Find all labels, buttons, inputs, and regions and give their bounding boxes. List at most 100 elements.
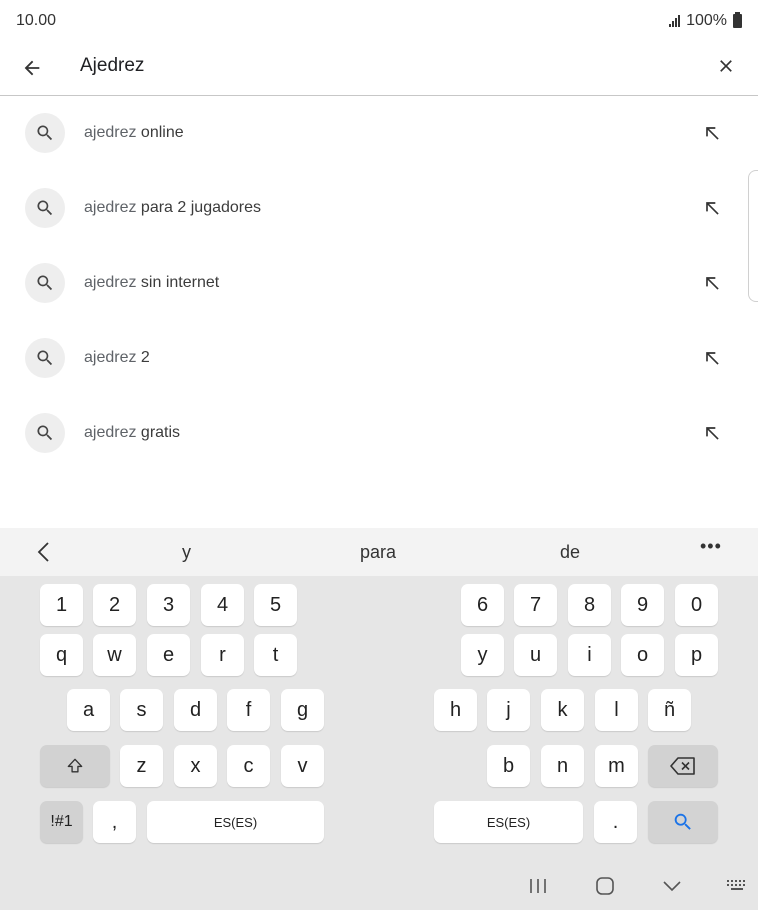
key[interactable]: k	[541, 689, 584, 731]
key[interactable]: u	[514, 634, 557, 676]
suggestion-item[interactable]: ajedrez online	[0, 96, 758, 171]
key[interactable]: 8	[568, 584, 611, 626]
search-icon	[37, 275, 53, 291]
key[interactable]: g	[281, 689, 324, 731]
period-key[interactable]: .	[594, 801, 637, 843]
key[interactable]: w	[93, 634, 136, 676]
key[interactable]: y	[461, 634, 504, 676]
back-button[interactable]	[16, 52, 48, 84]
key[interactable]: 4	[201, 584, 244, 626]
key[interactable]: a	[67, 689, 110, 731]
battery-icon	[733, 12, 742, 28]
suggestion-text: ajedrez sin internet	[84, 274, 220, 291]
prediction-bar: y para de •••	[0, 528, 758, 576]
search-icon	[37, 125, 53, 141]
arrow-up-left-icon	[706, 277, 719, 290]
suggestion-item[interactable]: ajedrez 2	[0, 321, 758, 396]
fill-query-button[interactable]	[700, 271, 724, 295]
key[interactable]: 5	[254, 584, 297, 626]
more-options-button[interactable]: •••	[700, 536, 722, 557]
key[interactable]: 2	[93, 584, 136, 626]
key[interactable]: h	[434, 689, 477, 731]
key[interactable]: p	[675, 634, 718, 676]
space-key-right[interactable]: ES(ES)	[434, 801, 583, 843]
keyboard-icon	[727, 880, 745, 890]
key[interactable]: 1	[40, 584, 83, 626]
key[interactable]: b	[487, 745, 530, 787]
fill-query-button[interactable]	[700, 121, 724, 145]
suggestion-list: ajedrez online ajedrez para 2 jugadores …	[0, 96, 758, 471]
fill-query-button[interactable]	[700, 196, 724, 220]
arrow-up-left-icon	[706, 427, 719, 440]
recents-icon	[530, 879, 546, 893]
key[interactable]: z	[120, 745, 163, 787]
fill-query-button[interactable]	[700, 346, 724, 370]
prediction-collapse-button[interactable]	[30, 538, 58, 566]
search-header	[0, 40, 758, 96]
key[interactable]: q	[40, 634, 83, 676]
shift-key[interactable]	[40, 745, 110, 787]
home-icon	[596, 877, 614, 895]
key[interactable]: i	[568, 634, 611, 676]
suggestion-item[interactable]: ajedrez para 2 jugadores	[0, 171, 758, 246]
key[interactable]: j	[487, 689, 530, 731]
keyboard-switch-button[interactable]	[721, 872, 753, 900]
suggestion-text: ajedrez gratis	[84, 424, 181, 441]
shift-icon	[67, 758, 83, 773]
key[interactable]: c	[227, 745, 270, 787]
key[interactable]: f	[227, 689, 270, 731]
key[interactable]: d	[174, 689, 217, 731]
hide-keyboard-button[interactable]	[656, 872, 688, 900]
key[interactable]: t	[254, 634, 297, 676]
recents-button[interactable]	[522, 872, 554, 900]
search-input[interactable]	[80, 52, 680, 80]
arrow-up-left-icon	[706, 352, 719, 365]
key[interactable]: s	[120, 689, 163, 731]
suggestion-item[interactable]: ajedrez sin internet	[0, 246, 758, 321]
comma-key[interactable]: ,	[93, 801, 136, 843]
key[interactable]: x	[174, 745, 217, 787]
prediction-word[interactable]: y	[182, 542, 191, 563]
key[interactable]: 6	[461, 584, 504, 626]
search-icon-badge	[25, 263, 65, 303]
battery-percent: 100%	[686, 12, 727, 29]
chevron-down-icon	[663, 881, 681, 892]
suggestion-item[interactable]: ajedrez gratis	[0, 396, 758, 471]
key[interactable]: 7	[514, 584, 557, 626]
key[interactable]: n	[541, 745, 584, 787]
symbols-key[interactable]: !#1	[40, 801, 83, 843]
backspace-key[interactable]	[648, 745, 718, 787]
key[interactable]: 9	[621, 584, 664, 626]
key[interactable]: m	[595, 745, 638, 787]
key[interactable]: 0	[675, 584, 718, 626]
search-icon-badge	[25, 338, 65, 378]
key[interactable]: ñ	[648, 689, 691, 731]
key[interactable]: l	[595, 689, 638, 731]
search-icon	[674, 813, 691, 830]
suggestion-text: ajedrez para 2 jugadores	[84, 199, 262, 216]
prediction-word[interactable]: para	[360, 542, 396, 563]
key[interactable]: v	[281, 745, 324, 787]
search-icon-badge	[25, 113, 65, 153]
prediction-word[interactable]: de	[560, 542, 580, 563]
fill-query-button[interactable]	[700, 421, 724, 445]
key[interactable]: r	[201, 634, 244, 676]
key[interactable]: o	[621, 634, 664, 676]
search-icon	[37, 350, 53, 366]
search-icon-badge	[25, 413, 65, 453]
key[interactable]: e	[147, 634, 190, 676]
arrow-up-left-icon	[706, 202, 719, 215]
space-key-left[interactable]: ES(ES)	[147, 801, 324, 843]
home-button[interactable]	[589, 872, 621, 900]
key[interactable]: 3	[147, 584, 190, 626]
search-key[interactable]	[648, 801, 718, 843]
status-indicators: 100%	[669, 12, 742, 30]
backspace-icon	[670, 757, 695, 775]
clear-button[interactable]	[710, 50, 742, 82]
search-icon	[37, 200, 53, 216]
close-icon	[720, 60, 732, 72]
suggestion-text: ajedrez 2	[84, 349, 150, 366]
status-time: 10.00	[16, 12, 57, 29]
edge-panel-handle[interactable]	[748, 170, 758, 302]
search-icon-badge	[25, 188, 65, 228]
